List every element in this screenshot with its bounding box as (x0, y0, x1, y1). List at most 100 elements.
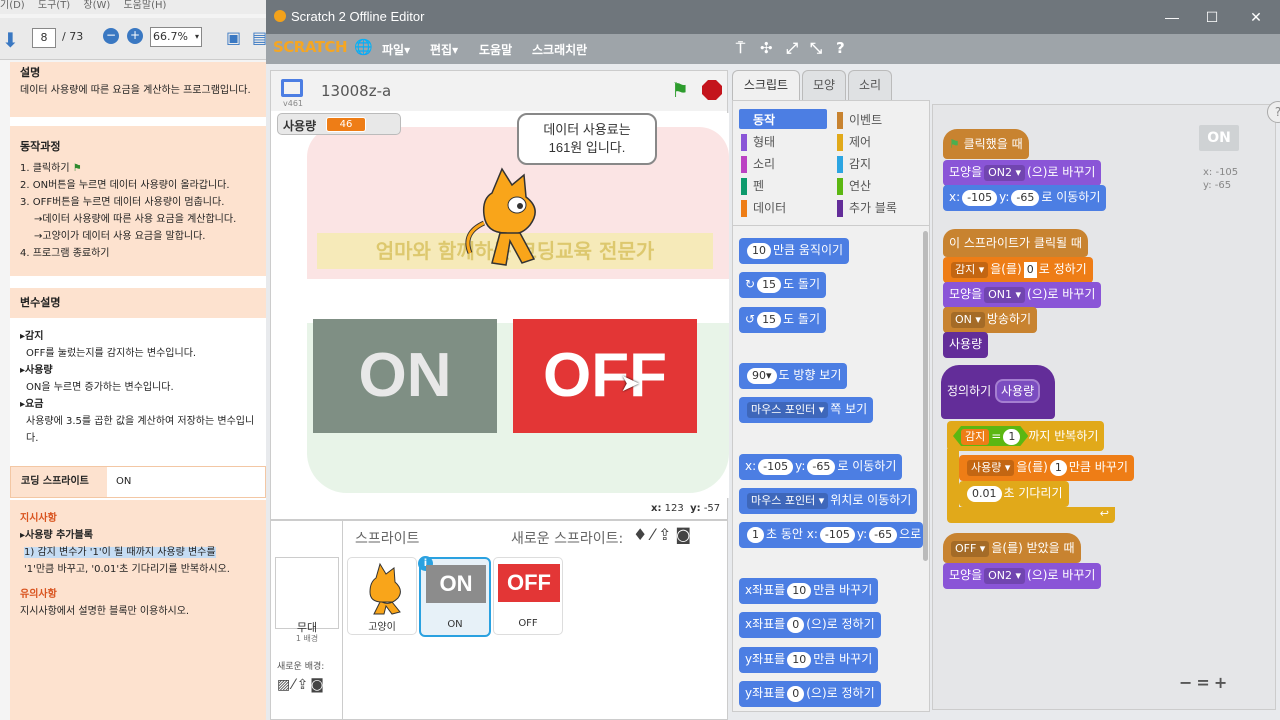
pdf-menu-window[interactable]: 창(W) (83, 0, 110, 11)
tab-sounds[interactable]: 소리 (848, 70, 892, 100)
block-glide[interactable]: 1초 동안 x: -105 y: -65 으로 (739, 522, 923, 548)
page-down-icon[interactable]: ⬇ (2, 28, 19, 52)
block-goto-xy[interactable]: x: -105 y: -65 로 이동하기 (739, 454, 903, 480)
on-button-sprite[interactable]: ON (313, 319, 497, 433)
desc-section: 설명 데이터 사용량에 따른 요금을 계산하는 프로그램입니다. (10, 62, 266, 117)
sprite-x: x: -105 (1203, 167, 1239, 178)
hat-when-receive[interactable]: OFF ▾ 을(를) 받았을 때 (943, 533, 1081, 563)
block-change-x[interactable]: x좌표를 10 만큼 바꾸기 (739, 578, 879, 604)
menu-edit[interactable]: 편집▾ (430, 41, 458, 58)
sprite-name: 고양이 (368, 622, 396, 633)
category-looks[interactable]: 형태 (741, 133, 775, 151)
scratch-logo[interactable]: SCRATCH (273, 38, 348, 56)
pdf-menu-help[interactable]: 도움말(H) (123, 0, 166, 11)
block-change-y[interactable]: y좌표를 10 만큼 바꾸기 (739, 647, 879, 673)
close-button[interactable]: ✕ (1236, 0, 1276, 34)
category-motion[interactable]: 동작 (741, 111, 775, 129)
block-switch-costume[interactable]: 모양을 ON2 ▾ (으)로 바꾸기 (943, 563, 1102, 589)
print-icon[interactable]: ▤ (252, 28, 266, 47)
menu-help[interactable]: 도움말 (479, 41, 512, 58)
save-icon[interactable]: ▣ (226, 28, 241, 47)
stage-column: 무대 1 배경 새로운 배경: ▨⁄⇪◙ (271, 521, 343, 719)
sprite-card-off[interactable]: OFF OFF (493, 557, 563, 635)
turn-left-icon: ↺ (745, 312, 756, 326)
zoom-in-button[interactable]: + (1214, 673, 1231, 692)
zoom-select[interactable]: 66.7% ▾ (150, 27, 202, 47)
block-set-x[interactable]: x좌표를 0 (으)로 정하기 (739, 612, 881, 638)
zoom-out-icon[interactable]: − (103, 28, 119, 44)
shrink-icon[interactable]: ⤡ (810, 39, 822, 57)
block-define[interactable]: 정의하기 사용량 (941, 365, 1055, 419)
zoom-in-icon[interactable]: + (127, 28, 143, 44)
off-button-sprite[interactable]: OFF (513, 319, 697, 433)
script-area[interactable]: ON x: -105 y: -65 ? ⚑ 클릭했을 때 모양을ON2 ▾(으)… (932, 101, 1280, 710)
fullscreen-icon[interactable] (281, 79, 303, 97)
tab-costumes[interactable]: 모양 (802, 70, 846, 100)
coding-sprite-label: 코딩 스프라이트 (11, 467, 107, 497)
block-point-towards[interactable]: 마우스 포인터 ▾ 쪽 보기 (739, 397, 874, 423)
stage-panel: v461 13008z-a ⚑ 엄마와 함께하는 코딩교육 전문가 사용량 46… (270, 70, 729, 520)
pdf-menu-tools[interactable]: 도구(T) (38, 0, 70, 11)
block-repeat-until[interactable]: 감지 = 1 까지 반복하기 (947, 421, 1105, 451)
category-sensing[interactable]: 감지 (837, 155, 871, 173)
hat-when-sprite-clicked[interactable]: 이 스프라이트가 클릭될 때 (943, 229, 1088, 257)
category-operators[interactable]: 연산 (837, 177, 871, 195)
cat-sprite[interactable] (462, 163, 552, 273)
globe-icon[interactable]: 🌐 (354, 38, 373, 56)
sprite-panel: 무대 1 배경 새로운 배경: ▨⁄⇪◙ 스프라이트 새로운 스프라이트: ♦⁄… (270, 520, 728, 720)
page-number-input[interactable]: 8 (32, 28, 56, 48)
maximize-button[interactable]: ☐ (1192, 0, 1232, 34)
tab-scripts[interactable]: 스크립트 (732, 70, 800, 100)
category-more-blocks[interactable]: 추가 블록 (837, 199, 897, 217)
stage-canvas[interactable]: 엄마와 함께하는 코딩교육 전문가 사용량 46 데이터 사용료는 161원 입… (277, 113, 729, 498)
block-turn-left[interactable]: ↺ 15 도 돌기 (739, 307, 826, 333)
stop-icon[interactable] (702, 80, 722, 100)
new-sprite-label: 새로운 스프라이트: (511, 531, 624, 547)
delete-icon[interactable]: ✣ (760, 39, 773, 57)
category-control[interactable]: 제어 (837, 133, 871, 151)
zoom-out-button[interactable]: − (1179, 673, 1196, 692)
block-turn-right[interactable]: ↻ 15 도 돌기 (739, 272, 826, 298)
menu-about[interactable]: 스크래치란 (532, 41, 587, 58)
duplicate-icon[interactable]: ⍑ (736, 39, 745, 57)
category-pen[interactable]: 펜 (741, 177, 764, 195)
grow-icon[interactable]: ⤢ (786, 39, 798, 57)
help-icon[interactable]: ? (836, 39, 845, 57)
palette-scrollbar[interactable] (923, 231, 928, 561)
var-usage-name: ▸사용량 (20, 365, 53, 376)
category-data[interactable]: 데이터 (741, 199, 786, 217)
block-point-direction[interactable]: 90▾ 도 방향 보기 (739, 363, 848, 389)
block-goto-target[interactable]: 마우스 포인터 ▾ 위치로 이동하기 (739, 488, 918, 514)
green-flag-icon[interactable]: ⚑ (671, 78, 689, 102)
block-switch-costume[interactable]: 모양을 ON2 ▾ (으)로 바꾸기 (943, 160, 1102, 186)
zoom-reset-button[interactable]: = (1196, 673, 1213, 692)
category-events[interactable]: 이벤트 (837, 111, 882, 129)
green-flag-icon: ⚑ (72, 163, 82, 174)
block-wait[interactable]: 0.01 초 기다리기 (959, 481, 1069, 507)
menu-file[interactable]: 파일▾ (382, 41, 410, 58)
block-move-steps[interactable]: 10 만큼 움직이기 (739, 238, 850, 264)
minimize-button[interactable]: — (1152, 0, 1192, 34)
new-backdrop-icons[interactable]: ▨⁄⇪◙ (277, 677, 326, 693)
help-icon[interactable]: ? (1267, 101, 1280, 123)
pdf-menu-view[interactable]: 기(D) (0, 0, 25, 11)
block-set-y[interactable]: y좌표를 0 (으)로 정하기 (739, 681, 881, 707)
sprite-card-cat[interactable]: 고양이 (347, 557, 417, 635)
block-goto-xy[interactable]: x: -105 y: -65 로 이동하기 (943, 185, 1107, 211)
block-broadcast[interactable]: ON ▾ 방송하기 (943, 307, 1038, 333)
project-name-input[interactable]: 13008z-a (321, 82, 391, 100)
palette-divider (733, 225, 929, 226)
pdf-viewer: 기(D) 도구(T) 창(W) 도움말(H) ⬇ 8 / 73 − + 66.7… (0, 0, 266, 720)
block-switch-costume[interactable]: 모양을 ON1 ▾ (으)로 바꾸기 (943, 282, 1102, 308)
block-call-usage[interactable]: 사용량 (943, 332, 989, 358)
scratch-window: Scratch 2 Offline Editor — ☐ ✕ SCRATCH 🌐… (266, 0, 1280, 720)
scratch-menubar: SCRATCH 🌐 파일▾ 편집▾ 도움말 스크래치란 ⍑ ✣ ⤢ ⤡ ? (266, 34, 1280, 64)
category-sound[interactable]: 소리 (741, 155, 775, 173)
sprite-card-on[interactable]: i ON ON (418, 556, 491, 637)
hat-when-flag-clicked[interactable]: ⚑ 클릭했을 때 (943, 129, 1029, 159)
block-change-variable[interactable]: 사용량 ▾ 을(를) 1 만큼 바꾸기 (959, 455, 1134, 481)
current-sprite-thumb: ON (1199, 125, 1239, 151)
block-set-variable[interactable]: 감지 ▾ 을(를) 0 로 정하기 (943, 257, 1093, 283)
mouse-cursor-icon: ➤ (620, 369, 641, 397)
new-sprite-icons[interactable]: ♦⁄⇪◙ (633, 525, 695, 544)
